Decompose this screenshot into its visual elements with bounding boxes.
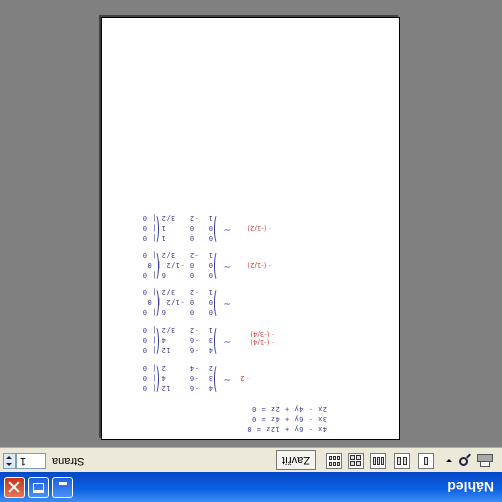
zoom-icon[interactable] (456, 453, 472, 468)
minimize-icon[interactable] (52, 477, 73, 498)
equation-line: 2x - 4y + 2z = 0 (251, 405, 327, 413)
matrix-row: 1 -2 3/2 | 0 (142, 251, 213, 259)
window-title: Náhled (447, 479, 494, 495)
six-pages-icon[interactable] (326, 453, 342, 469)
row-note: · (-1/2) (247, 224, 271, 232)
equation-line: 4x - 6y + 12z = 0 (246, 425, 327, 433)
one-page-icon[interactable] (418, 453, 434, 469)
equivalence-mark: ~ (223, 298, 231, 308)
row-note: · (-1/4) · (-3/4) (250, 330, 274, 346)
title-bar[interactable]: Náhled (0, 471, 502, 502)
equation-line: 3x - 6y + 4z = 0 (251, 415, 327, 423)
chevron-down-icon[interactable] (446, 459, 452, 462)
four-pages-icon[interactable] (348, 453, 364, 469)
matrix-row: 4 -6 12 | 0 (142, 384, 213, 392)
matrix-row: 1 -2 3/2 | 0 (142, 326, 213, 334)
row-note: · 2 (240, 374, 249, 382)
right-bracket (214, 288, 221, 318)
preview-toolbar: Zavřít Strana (0, 447, 502, 472)
matrix-row: 4 -6 12 | 0 (142, 346, 213, 354)
chevron-down-icon[interactable] (6, 456, 12, 459)
page-label: Strana (52, 455, 85, 467)
maximize-icon[interactable] (28, 477, 49, 498)
print-preview-window: Náhled Zavřít Strana 4x - 6y + 12z = 0 3… (0, 0, 502, 502)
chevron-up-icon[interactable] (6, 463, 12, 466)
right-bracket (214, 364, 221, 394)
equivalence-mark: ~ (223, 336, 231, 346)
page-sheet: 4x - 6y + 12z = 0 3x - 6y + 4z = 0 2x - … (101, 17, 400, 440)
equivalence-mark: ~ (223, 374, 231, 384)
page-spinner[interactable] (3, 453, 16, 469)
right-bracket (214, 326, 221, 356)
page-content: 4x - 6y + 12z = 0 3x - 6y + 4z = 0 2x - … (102, 18, 399, 439)
right-bracket (214, 214, 221, 244)
matrix-row: 1 -2 3/2 | 0 (142, 288, 213, 296)
matrix-row: 1 -2 3/2 | 0 (142, 214, 213, 222)
matrix-row: 0 0 -1/2 | 0 (146, 261, 213, 269)
right-bracket (214, 251, 221, 281)
matrix-row: 0 0 -1/2 | 0 (146, 298, 213, 306)
print-icon[interactable] (477, 453, 494, 468)
matrix-row: 0 0 6 | 0 (142, 271, 213, 279)
matrix-row: 0 0 1 | 0 (142, 224, 213, 232)
close-icon[interactable] (4, 477, 25, 498)
matrix-row: 0 0 6 | 0 (142, 308, 213, 316)
three-pages-icon[interactable] (370, 453, 386, 469)
row-note: · (-1/2) (247, 261, 271, 269)
matrix-row: 0 0 1 | 0 (142, 234, 213, 242)
matrix-row: 3 -6 4 | 0 (142, 336, 213, 344)
page-number-input[interactable] (16, 453, 46, 469)
preview-area[interactable]: 4x - 6y + 12z = 0 3x - 6y + 4z = 0 2x - … (0, 0, 502, 447)
matrix-row: 2 -4 2 | 0 (142, 364, 213, 372)
equivalence-mark: ~ (223, 261, 231, 271)
matrix-row: 3 -6 4 | 0 (142, 374, 213, 382)
two-pages-icon[interactable] (394, 453, 410, 469)
close-button[interactable]: Zavřít (275, 450, 316, 470)
equivalence-mark: ~ (223, 224, 231, 234)
